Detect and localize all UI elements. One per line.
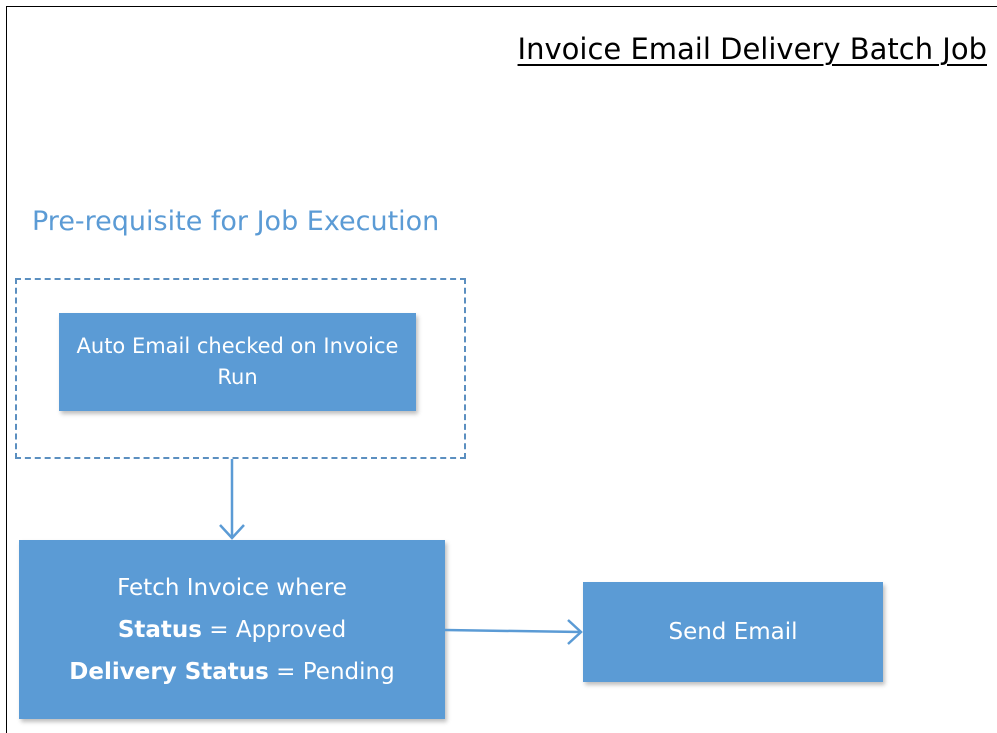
- status-condition: Status = Approved: [118, 609, 346, 651]
- diagram-title: Invoice Email Delivery Batch Job: [517, 32, 987, 66]
- fetch-invoice-node: Fetch Invoice where Status = Approved De…: [19, 540, 445, 719]
- fetch-invoice-condition-intro: Fetch Invoice where: [117, 574, 347, 601]
- delivery-status-condition: Delivery Status = Pending: [69, 651, 394, 693]
- status-condition-key: Status: [117, 616, 202, 643]
- send-email-node: Send Email: [583, 582, 883, 682]
- prerequisite-node-text: Auto Email checked on Invoice Run: [76, 334, 399, 389]
- prerequisite-section-label: Pre-requisite for Job Execution: [32, 206, 440, 237]
- send-email-node-text: Send Email: [668, 619, 798, 645]
- delivery-status-condition-value: = Pending: [276, 658, 395, 685]
- status-condition-value: = Approved: [209, 616, 347, 643]
- delivery-status-condition-key: Delivery Status: [69, 658, 269, 685]
- prerequisite-node: Auto Email checked on Invoice Run: [59, 313, 416, 411]
